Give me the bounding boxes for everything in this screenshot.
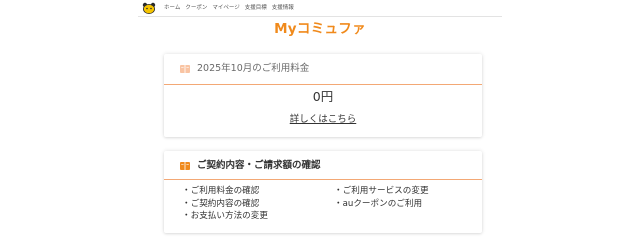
billing-title: 2025年10月のご利用料金 [197,63,310,74]
nav-support-goal-link[interactable]: 支援目標 [245,3,267,13]
link-billing-check[interactable]: ご利用料金の確認 [182,185,268,198]
link-contract-check[interactable]: ご契約内容の確認 [182,198,268,211]
nav-home-link[interactable]: ホーム [164,3,180,13]
link-service-change[interactable]: ご利用サービスの変更 [334,185,429,198]
book-icon [180,65,190,73]
contract-divider [164,179,482,180]
site-logo[interactable]: Myコミュファ [0,20,640,38]
contract-links-right: ご利用サービスの変更 auクーポンのご利用 [334,185,429,210]
billing-card: 2025年10月のご利用料金 0円 詳しくはこちら [164,54,482,137]
link-payment-method-change[interactable]: お支払い方法の変更 [182,210,268,223]
billing-detail-row: 詳しくはこちら [164,114,482,126]
nav-support-info-link[interactable]: 支援情報 [272,3,294,13]
book-icon [180,162,190,170]
link-au-coupon[interactable]: auクーポンのご利用 [334,198,429,211]
contract-title: ご契約内容・ご請求額の確認 [197,160,321,171]
nav-mypage-link[interactable]: マイページ [212,3,239,13]
top-nav: ホーム クーポン マイページ 支援目標 支援情報 [164,3,294,13]
billing-detail-link[interactable]: 詳しくはこちら [290,114,357,125]
nav-coupon-link[interactable]: クーポン [185,3,207,13]
contract-links-left: ご利用料金の確認 ご契約内容の確認 お支払い方法の変更 [182,185,268,223]
mascot-icon[interactable] [142,2,156,14]
contract-card: ご契約内容・ご請求額の確認 ご利用料金の確認 ご契約内容の確認 お支払い方法の変… [164,151,482,233]
contract-title-row: ご契約内容・ご請求額の確認 [180,160,321,172]
billing-divider [164,84,482,85]
billing-amount: 0円 [312,89,334,104]
billing-title-row: 2025年10月のご利用料金 [180,63,309,75]
